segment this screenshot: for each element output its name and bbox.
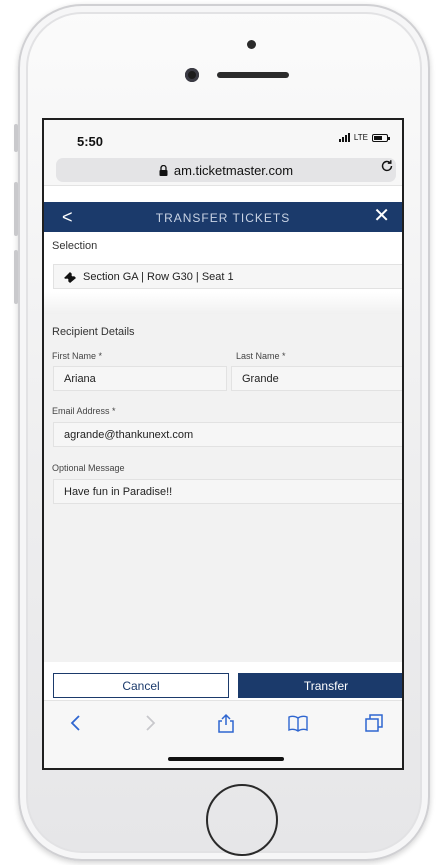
message-field[interactable]: Have fun in Paradise!! xyxy=(53,479,402,504)
status-icons: LTE xyxy=(338,133,390,142)
proximity-sensor xyxy=(185,68,199,82)
home-button[interactable] xyxy=(206,784,278,856)
status-bar: 5:50 LTE xyxy=(44,120,402,154)
email-label: Email Address * xyxy=(52,406,116,416)
back-icon[interactable] xyxy=(66,713,86,733)
email-field[interactable]: agrande@thankunext.com xyxy=(53,422,402,447)
home-indicator xyxy=(168,757,284,761)
message-label: Optional Message xyxy=(52,463,125,473)
forward-icon[interactable] xyxy=(140,713,160,733)
phone-screen: 5:50 LTE am.ticketmaster.com < TRANSFER … xyxy=(42,118,404,770)
url-text: am.ticketmaster.com xyxy=(173,162,294,178)
volume-up-button xyxy=(14,182,18,236)
section-divider xyxy=(44,292,402,314)
transfer-header: < TRANSFER TICKETS ✕ xyxy=(44,202,402,232)
share-icon[interactable] xyxy=(216,713,236,733)
page-title: TRANSFER TICKETS xyxy=(155,211,291,225)
ticket-selection-text: Section GA | Row G30 | Seat 1 xyxy=(83,270,234,283)
first-name-label: First Name * xyxy=(52,351,103,361)
ticket-selection[interactable]: Section GA | Row G30 | Seat 1 xyxy=(53,264,402,289)
email-value: agrande@thankunext.com xyxy=(64,428,194,441)
cancel-button[interactable]: Cancel xyxy=(53,673,229,698)
first-name-field[interactable]: Ariana xyxy=(53,366,227,391)
transfer-button[interactable]: Transfer xyxy=(238,673,402,698)
mute-switch xyxy=(14,124,18,152)
reload-icon[interactable] xyxy=(380,159,394,173)
battery-icon xyxy=(372,133,390,142)
status-time: 5:50 xyxy=(77,134,104,149)
last-name-label: Last Name * xyxy=(236,351,286,361)
last-name-value: Grande xyxy=(242,372,279,385)
recipient-details-label: Recipient Details xyxy=(52,326,135,338)
selection-label: Selection xyxy=(52,240,98,252)
network-label: LTE xyxy=(353,133,368,142)
tabs-icon[interactable] xyxy=(364,713,384,733)
address-bar[interactable]: am.ticketmaster.com xyxy=(56,158,396,182)
close-button[interactable]: ✕ xyxy=(373,206,390,226)
ticket-icon xyxy=(64,271,76,283)
message-value: Have fun in Paradise!! xyxy=(64,485,173,498)
signal-icon xyxy=(338,133,350,142)
address-bar-area: am.ticketmaster.com xyxy=(44,154,402,186)
bookmarks-icon[interactable] xyxy=(288,713,308,733)
earpiece-speaker xyxy=(217,72,289,78)
section-pointer xyxy=(219,314,239,322)
browser-toolbar xyxy=(44,700,402,768)
lock-icon xyxy=(159,164,168,176)
front-camera xyxy=(247,40,256,49)
last-name-field[interactable]: Grande xyxy=(231,366,402,391)
volume-down-button xyxy=(14,250,18,304)
first-name-value: Ariana xyxy=(64,372,96,385)
